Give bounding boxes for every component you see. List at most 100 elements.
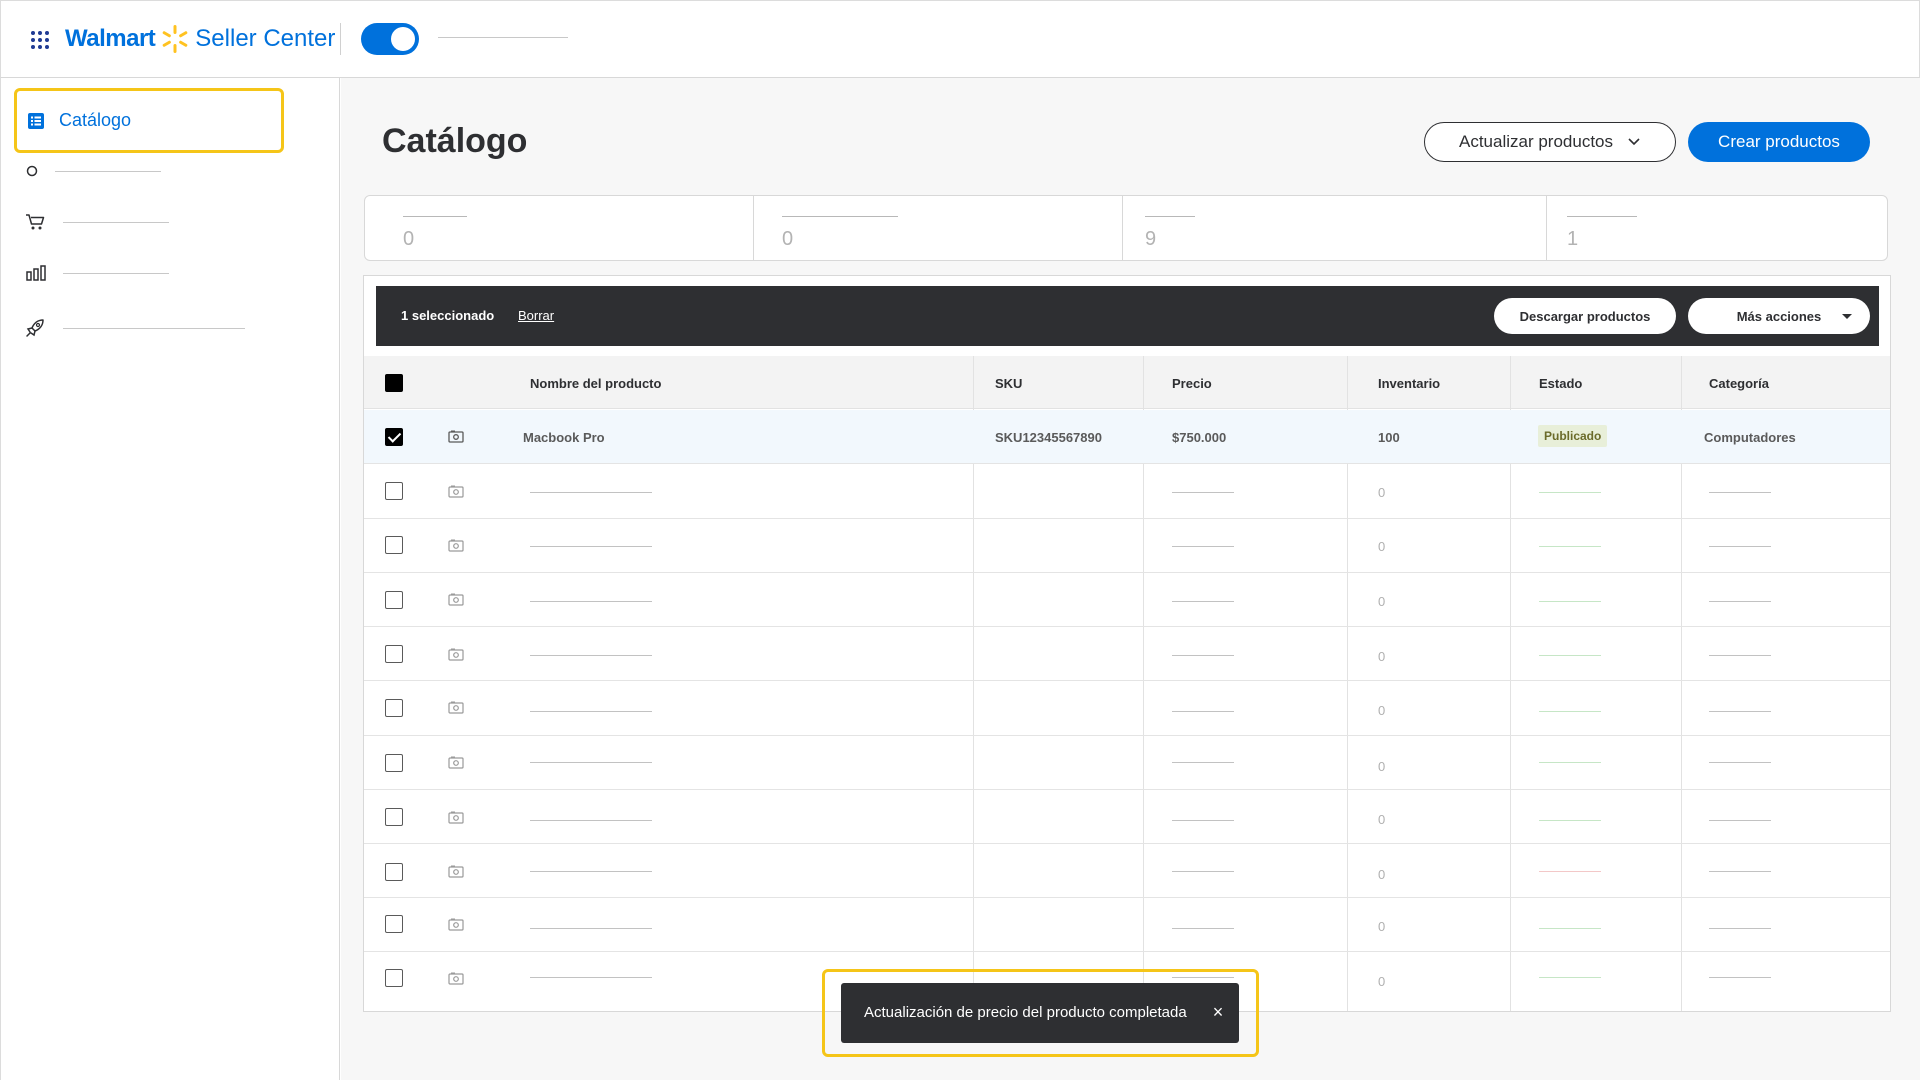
image-placeholder-icon: [448, 756, 464, 769]
sidebar-item-5[interactable]: [25, 318, 245, 338]
name-placeholder: [530, 601, 652, 602]
status-placeholder: [1539, 601, 1601, 602]
table-row[interactable]: 0: [364, 519, 1890, 573]
inventory-value: 0: [1378, 919, 1386, 934]
stat-card[interactable]: 0: [365, 196, 754, 260]
product-table: 1 seleccionado Borrar Descargar producto…: [363, 275, 1891, 1012]
row-checkbox[interactable]: [385, 645, 403, 663]
category-placeholder: [1709, 655, 1771, 656]
update-products-label: Actualizar productos: [1458, 132, 1614, 151]
create-products-button[interactable]: Crear productos: [1688, 122, 1870, 162]
rocket-icon: [26, 319, 44, 337]
column-header-status[interactable]: Estado: [1539, 376, 1582, 391]
brand-divider: [340, 23, 341, 55]
select-all-checkbox[interactable]: [385, 374, 403, 392]
row-checkbox[interactable]: [385, 591, 403, 609]
walmart-spark-icon: [162, 25, 188, 53]
sidebar-placeholder-line: [55, 170, 161, 172]
stat-value: 1: [1567, 228, 1579, 250]
table-row[interactable]: 0: [364, 844, 1890, 898]
table-row-selected[interactable]: Macbook Pro SKU12345567890 $750.000 100 …: [364, 410, 1890, 464]
more-actions-button[interactable]: Más acciones: [1688, 298, 1870, 334]
status-placeholder: [1539, 762, 1601, 763]
price-placeholder: [1172, 871, 1234, 872]
table-row[interactable]: 0: [364, 573, 1890, 627]
name-placeholder: [530, 492, 652, 493]
status-placeholder: [1539, 820, 1601, 821]
table-header: Nombre del producto SKU Precio Inventari…: [364, 356, 1890, 409]
column-header-category[interactable]: Categoría: [1709, 376, 1769, 391]
row-checkbox[interactable]: [385, 536, 403, 554]
status-placeholder: [1539, 928, 1601, 929]
price-placeholder: [1172, 820, 1234, 821]
table-row[interactable]: 0: [364, 464, 1890, 519]
sidebar-item-catalog[interactable]: Catálogo: [14, 88, 284, 153]
row-checkbox[interactable]: [385, 428, 403, 446]
status-badge: Publicado: [1538, 425, 1608, 447]
stat-card[interactable]: 1: [1547, 196, 1887, 260]
image-placeholder-icon: [448, 593, 464, 606]
column-header-name[interactable]: Nombre del producto: [530, 376, 661, 391]
brand-walmart-text: Walmart: [65, 25, 156, 52]
table-row[interactable]: 0: [364, 627, 1890, 681]
table-row[interactable]: 0: [364, 736, 1890, 790]
app-grid-icon[interactable]: [31, 31, 49, 49]
update-products-button[interactable]: Actualizar productos: [1424, 122, 1676, 162]
image-placeholder-icon: [448, 972, 464, 985]
sidebar-item-3[interactable]: [25, 213, 169, 231]
row-checkbox[interactable]: [385, 863, 403, 881]
name-placeholder: [530, 820, 652, 821]
name-placeholder: [530, 871, 652, 872]
stat-label-placeholder: [403, 216, 467, 217]
column-header-sku[interactable]: SKU: [995, 376, 1022, 391]
stat-value: 9: [1145, 228, 1157, 250]
column-header-price[interactable]: Precio: [1172, 376, 1212, 391]
category-placeholder: [1709, 492, 1771, 493]
category-placeholder: [1709, 762, 1771, 763]
price-placeholder: [1172, 492, 1234, 493]
name-placeholder: [530, 711, 652, 712]
row-checkbox[interactable]: [385, 808, 403, 826]
brand-logo[interactable]: Walmart Seller Center: [65, 23, 335, 55]
mode-toggle[interactable]: [361, 23, 419, 55]
selection-bar: 1 seleccionado Borrar Descargar producto…: [376, 286, 1879, 346]
column-header-inventory[interactable]: Inventario: [1378, 376, 1440, 391]
table-row[interactable]: 0: [364, 681, 1890, 736]
image-placeholder-icon: [448, 539, 464, 552]
image-placeholder-icon: [448, 701, 464, 714]
product-name[interactable]: Macbook Pro: [523, 430, 605, 445]
price-placeholder: [1172, 655, 1234, 656]
price-placeholder: [1172, 546, 1234, 547]
category-placeholder: [1709, 711, 1771, 712]
sidebar-item-4[interactable]: [25, 264, 169, 282]
row-checkbox[interactable]: [385, 754, 403, 772]
clear-selection-link[interactable]: Borrar: [518, 308, 554, 323]
category-placeholder: [1709, 871, 1771, 872]
sidebar-item-2[interactable]: [25, 164, 161, 178]
row-checkbox[interactable]: [385, 915, 403, 933]
close-icon[interactable]: ×: [1209, 1003, 1227, 1021]
row-checkbox[interactable]: [385, 482, 403, 500]
top-placeholder-line: [438, 37, 568, 38]
sidebar-placeholder-line: [63, 327, 245, 329]
toast-notification: Actualización de precio del producto com…: [841, 983, 1239, 1043]
chevron-down-icon: [1628, 138, 1640, 146]
price-placeholder: [1172, 601, 1234, 602]
name-placeholder: [530, 546, 652, 547]
table-row[interactable]: 0: [364, 790, 1890, 844]
inventory-value: 0: [1378, 759, 1386, 774]
inventory-value: 0: [1378, 867, 1386, 882]
cart-icon: [26, 214, 45, 230]
stat-label-placeholder: [1145, 216, 1195, 217]
image-placeholder-icon: [448, 811, 464, 824]
table-row[interactable]: 0: [364, 898, 1890, 952]
stat-card[interactable]: 0: [754, 196, 1123, 260]
row-checkbox[interactable]: [385, 699, 403, 717]
stat-value: 0: [403, 228, 415, 250]
stat-card[interactable]: 9: [1123, 196, 1547, 260]
status-placeholder: [1539, 977, 1601, 978]
product-sku: SKU12345567890: [995, 430, 1102, 445]
row-checkbox[interactable]: [385, 969, 403, 987]
more-actions-label: Más acciones: [1736, 308, 1822, 324]
download-products-button[interactable]: Descargar productos: [1494, 298, 1676, 334]
